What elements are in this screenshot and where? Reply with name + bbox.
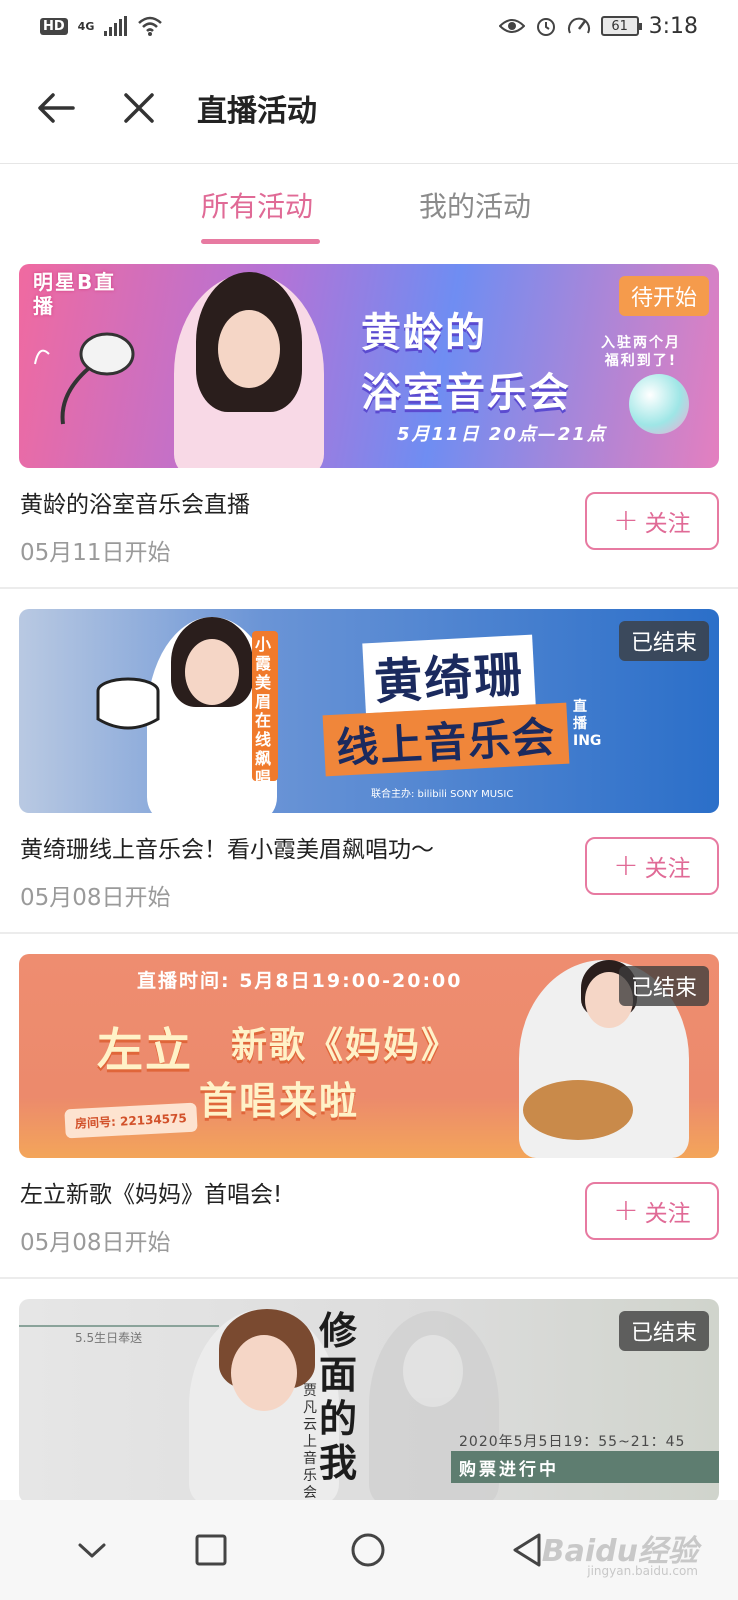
tab-my-activities[interactable]: 我的活动 [419, 185, 531, 225]
close-button[interactable] [113, 82, 165, 134]
banner-subtitle: 贾凡云上音乐会 [303, 1383, 317, 1501]
banner-headline-2: 新歌《妈妈》 [231, 1025, 460, 1066]
watermark-url: jingyan.baidu.com [587, 1564, 698, 1578]
banner-side-text: 小霞美眉在线飙唱功 [255, 635, 272, 806]
square-icon [195, 1534, 227, 1566]
guitar [523, 1080, 633, 1140]
chevron-down-icon [78, 1543, 106, 1558]
banner-headline-1: 黄龄的 [361, 310, 487, 356]
divider-line [19, 1325, 219, 1327]
banner-room-number: 房间号: 22134575 [64, 1102, 198, 1139]
battery-icon: 61 [600, 16, 642, 36]
clock-time: 3:18 [648, 13, 698, 39]
wifi-icon [138, 16, 163, 36]
shower-head-icon [34, 332, 135, 425]
status-badge: 已结束 [618, 1311, 709, 1351]
status-right: 61 3:18 [498, 13, 698, 39]
app-bar: 直播活动 [0, 52, 738, 164]
triangle-back-icon [513, 1533, 541, 1567]
activity-card[interactable]: 小霞美眉在线飙唱功 黄绮珊 线上音乐会 直播ING 联合主办: bilibili… [0, 589, 738, 934]
follow-label: 关注 [644, 511, 691, 537]
drum-icon [96, 677, 160, 730]
alarm-icon [536, 18, 555, 36]
banner-headline-3: 首唱来啦 [199, 1079, 360, 1123]
status-badge: 已结束 [618, 966, 709, 1006]
eye-icon [498, 19, 525, 33]
activity-title[interactable]: 黄绮珊线上音乐会！看小霞美眉飙唱功～ [20, 830, 434, 864]
system-nav-bar: Baidu经验 jingyan.baidu.com [0, 1500, 738, 1600]
nav-collapse-button[interactable] [70, 1528, 114, 1572]
banner-tag: 直播ING [573, 699, 602, 749]
plus-icon: + [613, 848, 639, 883]
network-type: 4G [77, 19, 95, 33]
follow-label: 关注 [644, 856, 691, 882]
follow-button[interactable]: + 关注 [585, 492, 719, 550]
activity-banner[interactable]: 5.5生日奉送 修面的我 贾凡云上音乐会 2020年5月5日19：55~21：4… [19, 1299, 719, 1503]
activity-date: 05月08日开始 [20, 885, 171, 911]
circle-icon [351, 1533, 385, 1567]
banner-time: 2020年5月5日19：55~21：45 [459, 1434, 686, 1450]
hd-indicator: HD [40, 17, 68, 35]
status-badge: 已结束 [618, 621, 709, 661]
banner-ticket: 购票进行中 [451, 1451, 719, 1483]
close-icon [124, 93, 154, 123]
status-left: HD 4G [40, 15, 163, 37]
activity-banner[interactable]: 直播时间: 5月8日19:00-20:00 左立 新歌《妈妈》 首唱来啦 房间号… [19, 954, 719, 1158]
activity-title[interactable]: 左立新歌《妈妈》首唱会! [20, 1175, 282, 1209]
back-button[interactable] [30, 82, 82, 134]
nav-home-button[interactable] [346, 1528, 390, 1572]
speed-icon [567, 17, 590, 34]
banner-headline-1: 左立 [97, 1023, 193, 1077]
activity-date: 05月08日开始 [20, 1230, 171, 1256]
activity-card[interactable]: 明星B直播 黄龄的 浴室音乐会 5月11日 20点—21点 入驻两个月福利到了!… [0, 244, 738, 589]
plus-icon: + [613, 1193, 639, 1228]
activity-banner[interactable]: 明星B直播 黄龄的 浴室音乐会 5月11日 20点—21点 入驻两个月福利到了!… [19, 264, 719, 468]
page-title: 直播活动 [197, 94, 317, 129]
signal-icon [104, 16, 128, 36]
banner-time: 5月11日 20点—21点 [397, 424, 607, 445]
banner-headline: 修面的我 [319, 1308, 360, 1485]
nav-recents-button[interactable] [189, 1528, 233, 1572]
banner-headline-1: 黄绮珊 [362, 634, 536, 714]
follow-button[interactable]: + 关注 [585, 1182, 719, 1240]
activity-title[interactable]: 黄龄的浴室音乐会直播 [20, 485, 250, 519]
tab-all-activities[interactable]: 所有活动 [201, 185, 313, 225]
banner-tag: 5.5生日奉送 [75, 1331, 143, 1345]
activity-card[interactable]: 直播时间: 5月8日19:00-20:00 左立 新歌《妈妈》 首唱来啦 房间号… [0, 934, 738, 1279]
activity-banner[interactable]: 小霞美眉在线飙唱功 黄绮珊 线上音乐会 直播ING 联合主办: bilibili… [19, 609, 719, 813]
performer-photo [174, 272, 324, 468]
banner-time: 直播时间: 5月8日19:00-20:00 [137, 970, 463, 992]
status-badge: 待开始 [618, 276, 709, 316]
banner-sponsor: 联合主办: bilibili SONY MUSIC [371, 789, 514, 800]
status-bar: HD 4G 61 3:18 [0, 0, 738, 52]
banner-headline-2: 浴室音乐会 [361, 370, 571, 416]
banner-promo: 入驻两个月福利到了! [601, 335, 681, 369]
bubble-decoration [629, 374, 689, 434]
banner-corner-label: 明星B直播 [33, 270, 117, 318]
arrow-left-icon [38, 93, 75, 123]
activity-date: 05月11日开始 [20, 540, 171, 566]
tab-bar: 所有活动 我的活动 [0, 165, 738, 249]
banner-headline-2: 线上音乐会 [322, 702, 570, 777]
follow-button[interactable]: + 关注 [585, 837, 719, 895]
follow-label: 关注 [644, 1201, 691, 1227]
plus-icon: + [613, 503, 639, 538]
